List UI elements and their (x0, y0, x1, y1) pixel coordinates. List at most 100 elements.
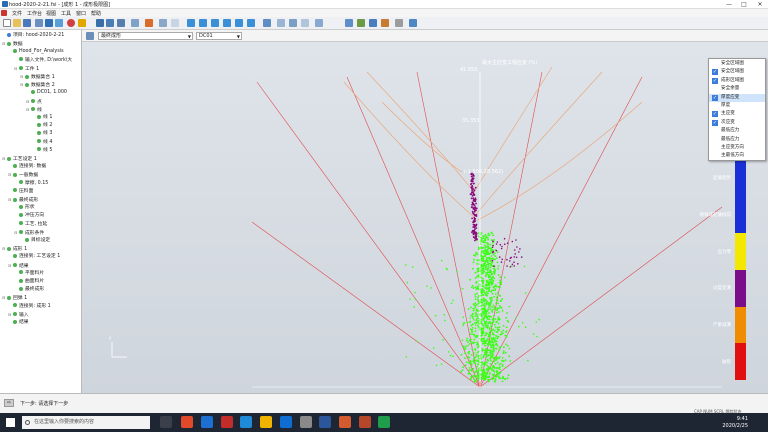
expand-toggle-icon[interactable]: ⊟ (8, 171, 12, 178)
menu-item[interactable]: 安全区域图 (709, 60, 765, 68)
flc-viewport[interactable]: 最大主应变工程应变 (%) 41.655 35.353 (-1.508,28.5… (82, 42, 768, 393)
menu-item[interactable]: ✓ 次应变 (709, 119, 765, 127)
forming-app-icon[interactable] (339, 416, 351, 428)
app-icon-c[interactable] (378, 416, 390, 428)
tree-node[interactable]: 项目: hood-2020-2-21 (2, 32, 64, 39)
tree-node[interactable]: ⊟ 线 (26, 106, 42, 113)
tree-node[interactable]: ⊟ 成形 1 (2, 245, 27, 252)
expand-toggle-icon[interactable]: ⊟ (8, 262, 12, 269)
tree-node[interactable]: 连接到: 数据 (8, 163, 46, 170)
expand-toggle-icon[interactable]: ⊟ (2, 155, 6, 162)
expand-toggle-icon[interactable]: ⊟ (20, 81, 24, 88)
tree-node[interactable]: 目标设定 (20, 237, 50, 244)
tree-node[interactable]: ⊟ 工件 1 (14, 65, 39, 72)
taskbar-search-input[interactable]: 在这里输入你要搜索的内容 (22, 416, 150, 429)
tree-node[interactable]: ⊟ 数据 (2, 40, 23, 47)
tree-node[interactable]: 工艺, 拉延 (14, 221, 47, 228)
menu-item[interactable]: 最低应力 (709, 127, 765, 135)
task-view-icon[interactable] (160, 416, 172, 428)
forming-limit-diagram[interactable]: 最大主应变工程应变 (%) 41.655 35.353 (-1.508,28.5… (82, 42, 768, 393)
filter-icon[interactable] (263, 19, 271, 27)
view-dropdown[interactable]: 最终成形 ▼ (98, 32, 193, 40)
maximize-button[interactable]: □ (737, 0, 751, 9)
view-top-icon[interactable] (211, 19, 219, 27)
mesh-icon[interactable] (289, 19, 297, 27)
section-icon[interactable] (315, 19, 323, 27)
view-back-icon[interactable] (199, 19, 207, 27)
menu-help[interactable]: 帮助 (91, 10, 101, 17)
tree-node[interactable]: 线 1 (32, 114, 52, 121)
tree-node[interactable]: 线 2 (32, 122, 52, 129)
blank-icon[interactable] (345, 19, 353, 27)
save-icon[interactable] (23, 19, 31, 27)
expand-toggle-icon[interactable]: ⊟ (26, 98, 30, 105)
tree-node[interactable]: ⊟ 数据集合 1 (20, 73, 55, 80)
mail-icon[interactable] (280, 416, 292, 428)
tree-node[interactable]: ⊟ 回弹 1 (2, 294, 27, 301)
expand-toggle-icon[interactable]: ⊟ (26, 106, 30, 113)
tree-node[interactable]: ⊟ 工艺设定 1 (2, 155, 37, 162)
menu-item[interactable]: 安全余量 (709, 85, 765, 93)
menu-item[interactable]: ✓ 安全区域图 (709, 68, 765, 76)
expand-toggle-icon[interactable]: ⊟ (8, 196, 12, 203)
tree-node[interactable]: DC01, 1.000 (26, 89, 67, 96)
close-button[interactable]: ✕ (753, 0, 767, 9)
grid-icon[interactable] (35, 19, 43, 27)
tree-node[interactable]: ⊟ 输入 (8, 311, 29, 318)
edge-icon[interactable] (240, 416, 252, 428)
tree-node[interactable]: 输入文件, D:\work\大 (14, 57, 72, 64)
next-step-icon[interactable]: ⇨ (4, 399, 14, 407)
step-dropdown[interactable]: DC01 ▼ (196, 32, 242, 40)
menu-item[interactable]: ✓ 厚度应变 (709, 93, 765, 102)
expand-toggle-icon[interactable]: ⊟ (14, 65, 18, 72)
view-bottom-icon[interactable] (223, 19, 231, 27)
menu-item[interactable]: 主应变方向 (709, 144, 765, 152)
tree-node[interactable]: ⊟ 结果 (8, 262, 29, 269)
wireframe-icon[interactable] (301, 19, 309, 27)
display-context-menu[interactable]: 安全区域图 ✓ 安全区域图 ✓ 成形区域图 安全余量 ✓ 厚度应变 厚度 ✓ 主应变 ✓ 次应变 最低应力… (708, 58, 766, 161)
help-icon[interactable] (78, 19, 86, 27)
tree-node[interactable]: 线 3 (32, 130, 52, 137)
menu-item[interactable]: 最低应力 (709, 136, 765, 144)
menu-workbench[interactable]: 工作台 (27, 10, 42, 17)
layout-icon[interactable] (45, 19, 53, 27)
new-file-icon[interactable] (3, 19, 11, 27)
shading-icon[interactable] (277, 19, 285, 27)
move-icon[interactable] (145, 19, 153, 27)
app-icon-3[interactable] (221, 416, 233, 428)
result-icon[interactable] (369, 19, 377, 27)
expand-toggle-icon[interactable]: ⊟ (2, 245, 6, 252)
flc-icon[interactable] (381, 19, 389, 27)
app-icon-1[interactable] (181, 416, 193, 428)
open-folder-icon[interactable] (13, 19, 21, 27)
menu-item[interactable]: ✓ 成形区域图 (709, 77, 765, 85)
tree-node[interactable]: 线 5 (32, 147, 52, 154)
tree-node[interactable]: Hood_For_Analysis (8, 48, 64, 55)
menu-item[interactable]: 厚度 (709, 102, 765, 110)
view-front-icon[interactable] (187, 19, 195, 27)
tree-node[interactable]: ⊟ 最终成形 (8, 196, 38, 203)
select-icon[interactable] (131, 19, 139, 27)
windows-start-icon[interactable] (6, 418, 15, 427)
expand-toggle-icon[interactable]: ⊟ (8, 311, 12, 318)
report-icon[interactable] (395, 19, 403, 27)
zoom-fit-icon[interactable] (96, 19, 104, 27)
menu-item[interactable]: 主最低方向 (709, 152, 765, 160)
view-left-icon[interactable] (235, 19, 243, 27)
tree-node[interactable]: ⊟ 一般数据 (8, 171, 38, 178)
tree-node[interactable]: 连接到: 工艺设定 1 (8, 253, 60, 260)
minimize-button[interactable]: — (722, 0, 736, 9)
expand-toggle-icon[interactable]: ⊟ (2, 40, 6, 47)
menu-tools[interactable]: 工具 (61, 10, 71, 17)
stop-icon[interactable] (67, 19, 75, 27)
pan-icon[interactable] (117, 19, 125, 27)
menu-file[interactable]: 文件 (12, 10, 22, 17)
tree-node[interactable]: 平面料片 (14, 270, 44, 277)
measure-icon[interactable] (159, 19, 167, 27)
process-icon[interactable] (357, 19, 365, 27)
tree-node[interactable]: 形状 (14, 204, 35, 211)
settings-icon[interactable] (171, 19, 179, 27)
tree-node[interactable]: ⊟ 数据集合 2 (20, 81, 55, 88)
tree-node[interactable]: ⊟ 成形条件 (14, 229, 44, 236)
tree-node[interactable]: 连接到: 成形 1 (8, 303, 51, 310)
